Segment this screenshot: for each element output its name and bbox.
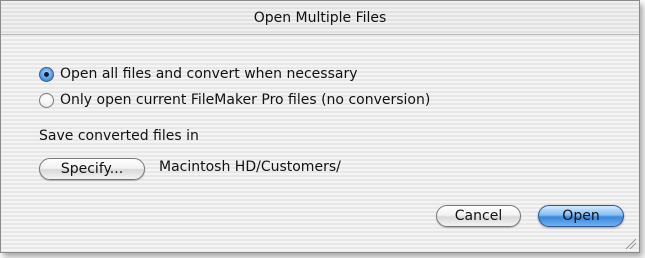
title-bar[interactable]: Open Multiple Files	[1, 1, 639, 35]
specify-button[interactable]: Specify...	[39, 158, 145, 180]
open-multiple-files-dialog: Open Multiple Files Open all files and c…	[0, 0, 640, 253]
radio-selected-icon[interactable]	[39, 66, 54, 82]
save-path: Macintosh HD/Customers/	[159, 159, 341, 175]
dialog-title: Open Multiple Files	[253, 10, 387, 26]
option-no-conversion-label[interactable]: Only open current FileMaker Pro files (n…	[60, 92, 430, 108]
save-converted-label: Save converted files in	[39, 128, 199, 144]
open-button[interactable]: Open	[538, 205, 624, 227]
option-convert-label[interactable]: Open all files and convert when necessar…	[60, 66, 358, 82]
option-no-conversion-row[interactable]: Only open current FileMaker Pro files (n…	[39, 90, 430, 110]
cancel-button[interactable]: Cancel	[436, 205, 521, 227]
radio-unselected-icon[interactable]	[39, 92, 54, 108]
option-convert-row[interactable]: Open all files and convert when necessar…	[39, 64, 358, 84]
resize-grip-icon[interactable]	[624, 237, 636, 249]
